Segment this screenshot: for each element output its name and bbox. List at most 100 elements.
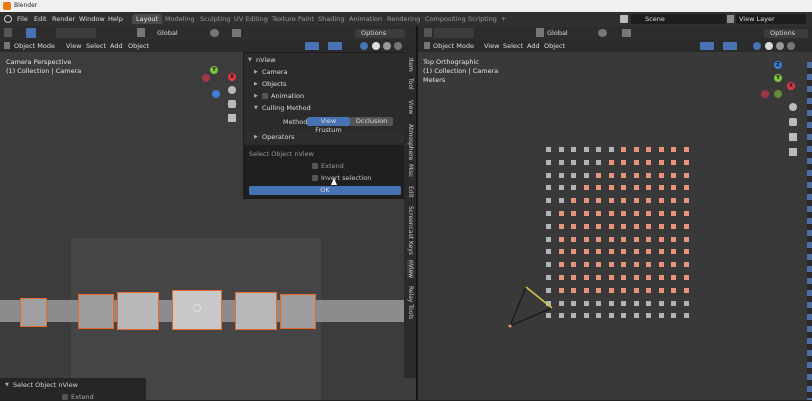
tab-nview[interactable]: nView: [407, 260, 414, 279]
tab-animation[interactable]: Animation: [345, 14, 386, 24]
grid-object[interactable]: [583, 300, 589, 306]
grid-object[interactable]: [683, 249, 689, 255]
transform-orientation[interactable]: Global: [157, 29, 178, 37]
tab-tool[interactable]: Tool: [407, 78, 414, 90]
grid-object[interactable]: [546, 172, 551, 178]
grid-object[interactable]: [596, 249, 601, 255]
grid-object[interactable]: [546, 159, 551, 165]
grid-object[interactable]: [671, 147, 676, 152]
tab-scripting[interactable]: Scripting: [464, 14, 501, 24]
grid-object[interactable]: [596, 185, 601, 191]
grid-object[interactable]: [633, 275, 639, 280]
grid-object[interactable]: [633, 300, 639, 306]
grid-object[interactable]: [571, 223, 576, 229]
grid-object[interactable]: [658, 223, 664, 229]
grid-object[interactable]: [596, 223, 601, 229]
grid-object[interactable]: [683, 313, 689, 319]
grid-object[interactable]: [646, 287, 651, 293]
grid-object[interactable]: [608, 159, 614, 165]
grid-object[interactable]: [658, 147, 664, 152]
3d-cursor-icon[interactable]: [193, 304, 201, 312]
grid-object[interactable]: [583, 249, 589, 255]
add-workspace-button[interactable]: +: [497, 14, 510, 24]
tab-sculpting[interactable]: Sculpting: [196, 14, 234, 24]
grid-object[interactable]: [583, 211, 589, 216]
proportional-edit-icon[interactable]: [232, 29, 241, 37]
grid-object[interactable]: [596, 300, 601, 306]
grid-object[interactable]: [658, 262, 664, 268]
grid-object[interactable]: [671, 223, 676, 229]
grid-object[interactable]: [646, 172, 651, 178]
grid-object[interactable]: [571, 211, 576, 216]
cube-object[interactable]: [235, 292, 277, 330]
grid-object[interactable]: [658, 172, 664, 178]
grid-object[interactable]: [633, 287, 639, 293]
grid-object[interactable]: [608, 147, 614, 152]
sidebar-edge-tabs[interactable]: [807, 62, 812, 400]
grid-object[interactable]: [608, 198, 614, 204]
tab-misc[interactable]: Misc: [407, 164, 414, 177]
grid-object[interactable]: [621, 287, 626, 293]
grid-object[interactable]: [583, 287, 589, 293]
neg-x-axis-gizmo[interactable]: [761, 90, 769, 98]
grid-object[interactable]: [608, 275, 614, 280]
grid-object[interactable]: [683, 287, 689, 293]
grid-object[interactable]: [546, 198, 551, 204]
tab-relay-tools[interactable]: Relay Tools: [407, 286, 414, 319]
last-op-extend-checkbox[interactable]: [62, 394, 68, 400]
grid-object[interactable]: [608, 211, 614, 216]
grid-object[interactable]: [633, 185, 639, 191]
grid-object[interactable]: [571, 185, 576, 191]
grid-object[interactable]: [571, 249, 576, 255]
grid-object[interactable]: [621, 223, 626, 229]
grid-object[interactable]: [558, 300, 564, 306]
grid-object[interactable]: [608, 185, 614, 191]
grid-object[interactable]: [583, 236, 589, 242]
menu-add[interactable]: Add: [527, 42, 540, 50]
tab-compositing[interactable]: Compositing: [421, 14, 470, 24]
grid-object[interactable]: [583, 223, 589, 229]
grid-object[interactable]: [646, 211, 651, 216]
grid-object[interactable]: [683, 211, 689, 216]
grid-object[interactable]: [633, 172, 639, 178]
grid-object[interactable]: [683, 172, 689, 178]
grid-object[interactable]: [546, 185, 551, 191]
section-culling-method[interactable]: ▼ Culling Method: [244, 103, 408, 114]
y-axis-gizmo[interactable]: Y: [774, 74, 782, 82]
grid-object[interactable]: [596, 313, 601, 319]
grid-object[interactable]: [546, 211, 551, 216]
rendered-shading-icon[interactable]: [787, 42, 795, 50]
select-mode-buttons[interactable]: [434, 28, 474, 38]
grid-object[interactable]: [558, 249, 564, 255]
grid-object[interactable]: [621, 300, 626, 306]
grid-object[interactable]: [683, 223, 689, 229]
grid-object[interactable]: [596, 287, 601, 293]
grid-object[interactable]: [683, 262, 689, 268]
grid-object[interactable]: [633, 198, 639, 204]
grid-object[interactable]: [633, 249, 639, 255]
grid-object[interactable]: [583, 275, 589, 280]
cube-object[interactable]: [117, 292, 159, 330]
gizmo-toggle-icon[interactable]: [305, 42, 319, 50]
grid-object[interactable]: [596, 211, 601, 216]
menu-object[interactable]: Object: [544, 42, 565, 50]
grid-object[interactable]: [571, 262, 576, 268]
grid-object[interactable]: [558, 313, 564, 319]
grid-object[interactable]: [558, 185, 564, 191]
select-tool-icon[interactable]: [26, 28, 36, 38]
grid-object[interactable]: [671, 211, 676, 216]
view-frustum-button[interactable]: View Frustum: [307, 117, 350, 134]
tab-item[interactable]: Item: [407, 58, 414, 72]
grid-object[interactable]: [646, 313, 651, 319]
solid-shading-icon[interactable]: [765, 42, 773, 50]
grid-object[interactable]: [558, 275, 564, 280]
grid-object[interactable]: [621, 185, 626, 191]
grid-object[interactable]: [633, 211, 639, 216]
cube-object[interactable]: [20, 298, 47, 327]
grid-object[interactable]: [583, 198, 589, 204]
left-viewport[interactable]: Camera Perspective (1) Collection | Came…: [0, 52, 416, 401]
select-mode-buttons[interactable]: [56, 28, 96, 38]
tab-edit[interactable]: Edit: [407, 186, 414, 198]
grid-object[interactable]: [633, 223, 639, 229]
object-mode-dropdown[interactable]: Object Mode: [14, 42, 55, 50]
